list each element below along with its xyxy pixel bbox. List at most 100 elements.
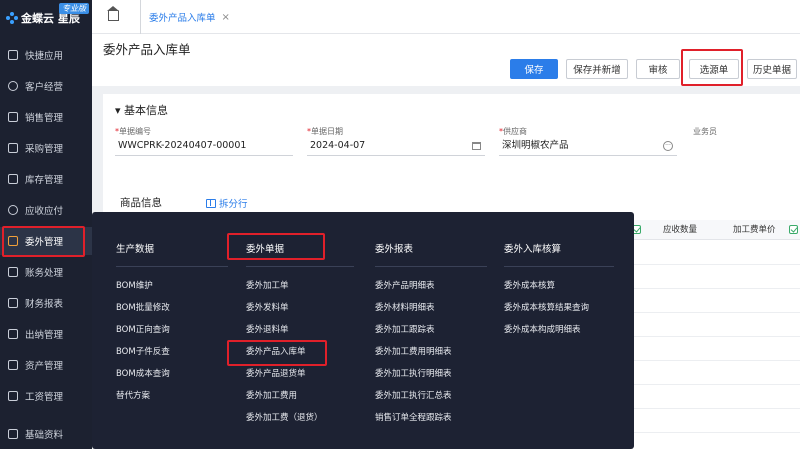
sidebar-item-label: 工资管理: [25, 392, 64, 403]
select-source-button[interactable]: 选源单: [689, 59, 739, 79]
menu-item-bom-batch-edit[interactable]: BOM批量修改: [116, 301, 170, 313]
sidebar-item-label: 应收应付: [25, 206, 64, 217]
menu-item-cost-composition-report[interactable]: 委外成本构成明细表: [504, 323, 581, 335]
sidebar-item-customers[interactable]: 客户经营: [0, 72, 92, 100]
column-checkbox[interactable]: [789, 225, 798, 234]
sidebar-item-label: 基础资料: [25, 430, 64, 441]
sidebar-item-purchase[interactable]: 采购管理: [0, 134, 92, 162]
history-bills-button[interactable]: 历史单据: [747, 59, 797, 79]
sidebar-item-label: 客户经营: [25, 82, 64, 93]
menu-item-substitute-plan[interactable]: 替代方案: [116, 389, 150, 401]
title-bar: 委外产品入库单 保存 保存并新增 审核 选源单 历史单据: [92, 34, 800, 86]
menu-item-processing-tracking-report[interactable]: 委外加工跟踪表: [375, 323, 435, 335]
home-icon[interactable]: [107, 6, 119, 21]
sidebar-item-label: 销售管理: [25, 113, 64, 124]
menu-item-bom-maintain[interactable]: BOM维护: [116, 279, 153, 291]
sidebar-item-label: 资产管理: [25, 361, 64, 372]
menu-item-bom-forward-query[interactable]: BOM正向查询: [116, 323, 170, 335]
sidebar-item-sales[interactable]: 销售管理: [0, 103, 92, 131]
calendar-icon[interactable]: [472, 142, 481, 150]
user-icon: [8, 81, 18, 91]
menu-item-execution-summary-report[interactable]: 委外加工执行汇总表: [375, 389, 452, 401]
column-title-receipt-costing: 委外入库核算: [504, 244, 562, 255]
menu-item-outsource-fee-return[interactable]: 委外加工费（退货）: [246, 411, 323, 423]
sidebar-item-label: 财务报表: [25, 299, 64, 310]
menu-item-processing-fee-detail-report[interactable]: 委外加工费用明细表: [375, 345, 452, 357]
sidebar-item-receivables[interactable]: 应收应付: [0, 196, 92, 224]
sidebar-item-quick-apps[interactable]: 快捷应用: [0, 41, 92, 69]
more-icon[interactable]: ···: [663, 141, 673, 151]
sidebar-item-accounting[interactable]: 账务处理: [0, 258, 92, 286]
sidebar-item-salary[interactable]: 工资管理: [0, 382, 92, 410]
sidebar-item-label: 采购管理: [25, 144, 64, 155]
section-title: 商品信息: [120, 197, 162, 209]
sidebar: 金蝶云 星辰 专业版 快捷应用 客户经营 销售管理 采购管理 库存管理 应收应付…: [0, 0, 92, 449]
sidebar-item-inventory[interactable]: 库存管理: [0, 165, 92, 193]
sidebar-item-label: 出纳管理: [25, 330, 64, 341]
split-row-button[interactable]: 拆分行: [206, 196, 248, 210]
sidebar-item-label: 委外管理: [25, 237, 64, 248]
menu-item-execution-detail-report[interactable]: 委外加工执行明细表: [375, 367, 452, 379]
split-icon: [206, 198, 216, 208]
column-divider: [375, 266, 487, 267]
menu-item-material-detail-report[interactable]: 委外材料明细表: [375, 301, 435, 313]
menu-item-bom-cost-query[interactable]: BOM成本查询: [116, 367, 170, 379]
menu-item-sales-order-tracking-report[interactable]: 销售订单全程跟踪表: [375, 411, 452, 423]
section-title[interactable]: ▾ 基本信息: [115, 102, 168, 118]
database-icon: [8, 429, 18, 439]
salesman-field[interactable]: [693, 136, 800, 156]
supplier-field[interactable]: 深圳明椒农产品 ···: [499, 136, 677, 156]
grid-icon: [8, 50, 18, 60]
column-divider: [116, 266, 228, 267]
money-icon: [8, 205, 18, 215]
save-and-new-button[interactable]: 保存并新增: [566, 59, 628, 79]
sidebar-item-label: 账务处理: [25, 268, 64, 279]
column-title-outsource-bills: 委外单据: [246, 244, 285, 255]
menu-item-outsource-product-receipt[interactable]: 委外产品入库单: [246, 345, 306, 357]
page-title: 委外产品入库单: [103, 42, 191, 57]
column-title-outsource-reports: 委外报表: [375, 244, 414, 255]
column-divider: [504, 266, 614, 267]
sidebar-item-label: 快捷应用: [25, 51, 64, 62]
report-icon: [8, 298, 18, 308]
sidebar-item-label: 库存管理: [25, 175, 64, 186]
warehouse-icon: [8, 174, 18, 184]
column-received-qty[interactable]: 应收数量: [663, 220, 697, 240]
sidebar-item-basic-data[interactable]: 基础资料: [0, 420, 92, 448]
column-processing-price[interactable]: 加工费单价: [733, 220, 776, 240]
outsource-icon: [8, 236, 18, 246]
menu-item-outsource-processing[interactable]: 委外加工单: [246, 279, 289, 291]
close-icon[interactable]: ×: [222, 12, 230, 23]
audit-button[interactable]: 审核: [636, 59, 680, 79]
ledger-icon: [8, 267, 18, 277]
menu-item-outsource-issue[interactable]: 委外发料单: [246, 301, 289, 313]
menu-item-bom-reverse-query[interactable]: BOM子件反查: [116, 345, 170, 357]
menu-item-outsource-product-return[interactable]: 委外产品退货单: [246, 367, 306, 379]
kingdee-logo-icon: [6, 12, 18, 24]
menu-item-outsource-return-material[interactable]: 委外退料单: [246, 323, 289, 335]
logo[interactable]: 金蝶云 星辰 专业版: [0, 0, 92, 36]
outsourcing-flyout-menu: 生产数据 BOM维护 BOM批量修改 BOM正向查询 BOM子件反查 BOM成本…: [92, 212, 634, 449]
tag-icon: [8, 112, 18, 122]
menu-item-outsource-processing-fee[interactable]: 委外加工费用: [246, 389, 297, 401]
cart-icon: [8, 143, 18, 153]
cashier-icon: [8, 329, 18, 339]
tab-bar: 委外产品入库单 ×: [92, 0, 800, 34]
column-divider: [246, 266, 354, 267]
tab-label: 委外产品入库单: [149, 13, 216, 24]
bill-no-field[interactable]: WWCPRK-20240407-00001: [115, 136, 293, 156]
sidebar-item-financial-reports[interactable]: 财务报表: [0, 289, 92, 317]
asset-icon: [8, 360, 18, 370]
edition-badge: 专业版: [59, 3, 89, 14]
sidebar-item-outsourcing[interactable]: 委外管理: [0, 227, 92, 255]
menu-item-cost-result-query[interactable]: 委外成本核算结果查询: [504, 301, 589, 313]
tab-outsource-product-receipt[interactable]: 委外产品入库单 ×: [140, 0, 230, 34]
bill-date-field[interactable]: 2024-04-07: [307, 136, 485, 156]
column-title-production-data: 生产数据: [116, 244, 155, 255]
menu-item-cost-accounting[interactable]: 委外成本核算: [504, 279, 555, 291]
save-button[interactable]: 保存: [510, 59, 558, 79]
salary-icon: [8, 391, 18, 401]
menu-item-product-detail-report[interactable]: 委外产品明细表: [375, 279, 435, 291]
sidebar-item-assets[interactable]: 资产管理: [0, 351, 92, 379]
sidebar-item-cashier[interactable]: 出纳管理: [0, 320, 92, 348]
